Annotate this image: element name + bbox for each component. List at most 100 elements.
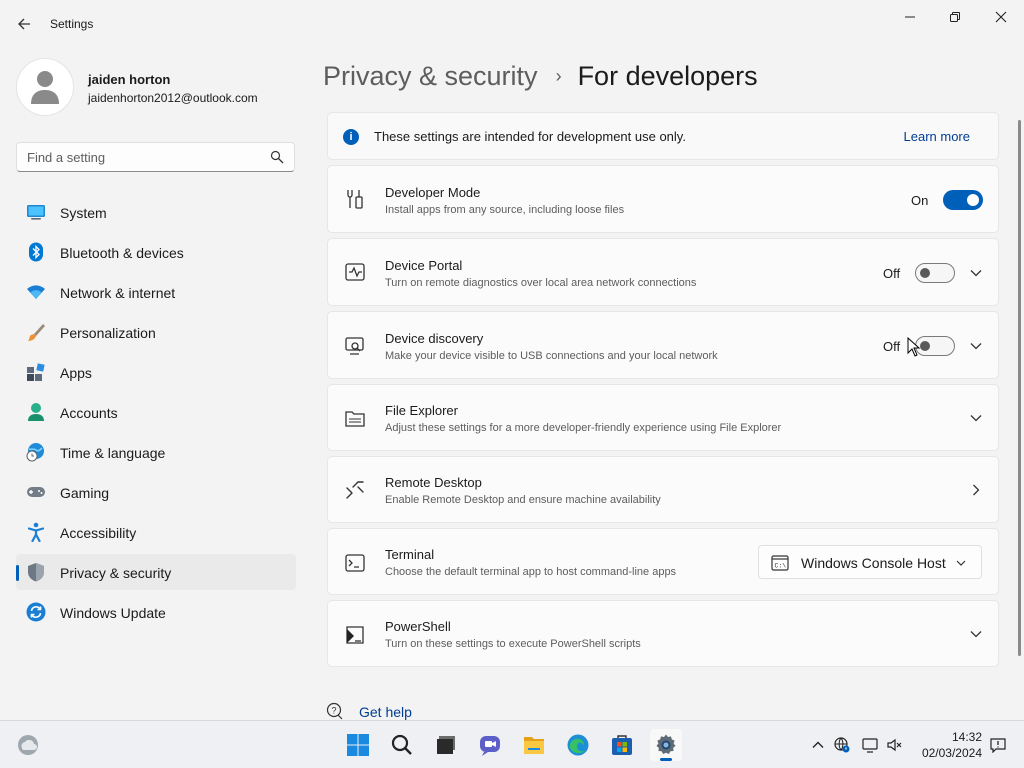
setting-title: Device discovery [385, 331, 484, 346]
setting-title: Remote Desktop [385, 475, 482, 490]
pulse-monitor-icon [345, 263, 365, 281]
sidebar-nav: System Bluetooth & devices Network & int… [16, 194, 296, 634]
volume-icon[interactable] [886, 737, 902, 753]
info-icon: i [343, 129, 359, 145]
setting-description: Choose the default terminal app to host … [385, 566, 677, 578]
restore-icon [950, 12, 960, 22]
chevron-down-icon[interactable] [969, 339, 983, 353]
sidebar-item-apps[interactable]: Apps [16, 354, 296, 390]
powershell-icon [346, 626, 364, 644]
system-icon [27, 205, 45, 220]
breadcrumb: Privacy & security › For developers [323, 58, 758, 94]
toggle-state-label: On [911, 193, 929, 208]
accessibility-icon [27, 522, 45, 542]
sidebar-item-label: System [60, 205, 107, 221]
user-email: jaidenhorton2012@outlook.com [88, 91, 258, 105]
device-portal-toggle[interactable] [915, 263, 955, 283]
start-icon [347, 734, 369, 756]
terminal-icon [345, 554, 365, 572]
taskbar-store[interactable] [606, 729, 638, 761]
chevron-down-icon[interactable] [969, 411, 983, 425]
minimize-icon [905, 16, 915, 18]
sidebar-item-system[interactable]: System [16, 194, 296, 230]
chat-icon [480, 736, 500, 756]
chevron-up-icon[interactable] [810, 737, 826, 753]
network-icon[interactable] [834, 737, 850, 753]
file-explorer-icon [524, 737, 544, 754]
close-button[interactable] [983, 6, 1019, 28]
taskbar [0, 720, 1024, 768]
edge-icon [567, 734, 589, 756]
clock-date[interactable]: 02/03/2024 [916, 746, 982, 760]
search-input[interactable] [17, 143, 267, 171]
sidebar-item-network[interactable]: Network & internet [16, 274, 296, 310]
scrollbar[interactable] [1018, 120, 1021, 656]
maximize-button[interactable] [937, 6, 973, 28]
terminal-dropdown[interactable]: C:\ Windows Console Host [758, 545, 982, 579]
sidebar-item-personalization[interactable]: Personalization [16, 314, 296, 350]
chevron-down-icon[interactable] [969, 266, 983, 280]
sidebar-item-label: Apps [60, 365, 92, 381]
info-text: These settings are intended for developm… [374, 129, 686, 144]
taskbar-search[interactable] [386, 729, 418, 761]
weather-icon [18, 735, 38, 755]
sidebar-item-bluetooth[interactable]: Bluetooth & devices [16, 234, 296, 270]
help-chat-icon: ? [326, 702, 343, 720]
chevron-down-icon [956, 560, 966, 566]
chevron-down-icon[interactable] [969, 627, 983, 641]
sidebar-item-windows-update[interactable]: Windows Update [16, 594, 296, 630]
setting-description: Turn on these settings to execute PowerS… [385, 638, 641, 650]
setting-developer-mode: Developer Mode Install apps from any sou… [327, 165, 999, 233]
minimize-button[interactable] [892, 6, 928, 28]
device-discovery-toggle[interactable] [915, 336, 955, 356]
sidebar-item-privacy-security[interactable]: Privacy & security [16, 554, 296, 590]
taskbar-chat[interactable] [474, 729, 506, 761]
setting-device-discovery[interactable]: Device discovery Make your device visibl… [327, 311, 999, 379]
taskbar-start[interactable] [342, 729, 374, 761]
sidebar-item-label: Network & internet [60, 285, 176, 301]
search-box[interactable] [16, 142, 295, 172]
setting-title: Developer Mode [385, 185, 481, 200]
taskbar-settings[interactable] [650, 729, 682, 761]
display-icon[interactable] [862, 737, 878, 753]
setting-remote-desktop[interactable]: Remote Desktop Enable Remote Desktop and… [327, 456, 999, 523]
sidebar-item-accessibility[interactable]: Accessibility [16, 514, 296, 550]
setting-title: File Explorer [385, 403, 458, 418]
taskbar-edge[interactable] [562, 729, 594, 761]
paintbrush-icon [28, 324, 45, 341]
gamepad-icon [27, 487, 45, 497]
chevron-right-icon[interactable] [969, 483, 983, 497]
svg-text:?: ? [332, 706, 337, 716]
setting-file-explorer[interactable]: File Explorer Adjust these settings for … [327, 384, 999, 451]
back-button[interactable] [12, 12, 36, 36]
taskbar-task-view[interactable] [430, 729, 462, 761]
console-host-icon: C:\ [771, 555, 789, 571]
folder-icon [345, 411, 365, 427]
mouse-cursor-icon [907, 337, 921, 357]
sidebar-item-label: Windows Update [60, 605, 166, 621]
sidebar-item-gaming[interactable]: Gaming [16, 474, 296, 510]
user-name: jaiden horton [88, 72, 171, 87]
apps-icon [27, 363, 45, 381]
clock-time[interactable]: 14:32 [930, 730, 982, 744]
sidebar-item-label: Accessibility [60, 525, 137, 541]
notification-icon[interactable] [990, 737, 1006, 753]
avatar [16, 58, 74, 116]
sidebar-item-accounts[interactable]: Accounts [16, 394, 296, 430]
setting-device-portal[interactable]: Device Portal Turn on remote diagnostics… [327, 238, 999, 306]
sidebar-item-label: Bluetooth & devices [60, 245, 184, 261]
developer-mode-toggle[interactable] [943, 190, 983, 210]
get-help-label: Get help [359, 704, 412, 720]
learn-more-link[interactable]: Learn more [904, 129, 970, 144]
breadcrumb-separator: › [555, 65, 562, 86]
setting-description: Make your device visible to USB connecti… [385, 350, 718, 362]
remote-desktop-icon [346, 481, 364, 499]
title-bar: Settings [0, 0, 1024, 48]
taskbar-weather[interactable] [12, 729, 44, 761]
taskbar-file-explorer[interactable] [518, 729, 550, 761]
sidebar-item-label: Privacy & security [60, 565, 172, 581]
setting-title: Device Portal [385, 258, 463, 273]
sidebar-item-time-language[interactable]: Time & language [16, 434, 296, 470]
breadcrumb-parent[interactable]: Privacy & security [323, 61, 538, 92]
setting-powershell[interactable]: PowerShell Turn on these settings to exe… [327, 600, 999, 667]
